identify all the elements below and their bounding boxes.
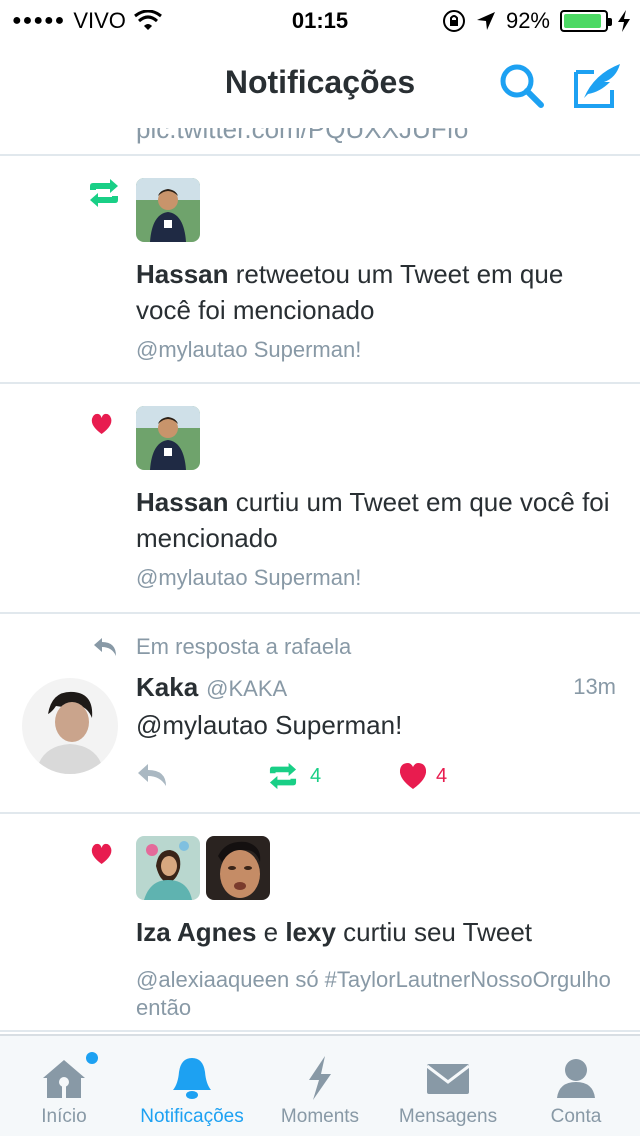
truncated-tweet-text: pic.twitter.com/PQUXXJUFfo — [136, 128, 469, 144]
reply-icon — [138, 764, 166, 786]
battery-icon — [560, 10, 612, 32]
location-icon — [476, 12, 495, 30]
retweet-button[interactable]: 4 — [264, 762, 321, 790]
reply-button[interactable] — [136, 762, 170, 788]
avatar[interactable] — [136, 178, 200, 242]
person-icon — [557, 1059, 595, 1098]
notification-item[interactable]: Hassan curtiu um Tweet em que você foi m… — [0, 384, 640, 612]
notification-item[interactable]: Hassan retweetou um Tweet em que você fo… — [0, 156, 640, 384]
user-name[interactable]: Iza Agnes — [136, 917, 256, 947]
avatar[interactable] — [136, 406, 200, 470]
reply-icon — [94, 638, 116, 656]
notification-tweet-preview: @mylautao Superman! — [136, 565, 362, 590]
notification-item[interactable]: Iza Agnes e lexy curtiu seu Tweet @alexi… — [0, 814, 640, 1034]
avatar[interactable] — [206, 836, 270, 900]
rotation-lock-icon — [442, 10, 465, 32]
notification-text: Iza Agnes e lexy curtiu seu Tweet — [136, 917, 533, 947]
retweet-icon — [90, 179, 118, 207]
tweet[interactable]: Em resposta a rafaela Kaka @KAKA 13m @myl… — [0, 614, 640, 814]
tab-messages[interactable]: Mensagens — [384, 1036, 512, 1136]
user-name[interactable]: Hassan — [136, 259, 229, 289]
heart-icon — [399, 763, 427, 789]
home-icon — [43, 1060, 85, 1098]
retweet-icon — [269, 762, 297, 790]
tab-bar: Início Notificações Moments Mensagens Co… — [0, 1034, 640, 1136]
heart-icon — [91, 843, 112, 864]
author-handle[interactable]: @KAKA — [206, 676, 287, 701]
unread-dot — [86, 1052, 98, 1064]
tab-label: Moments — [280, 1106, 360, 1127]
tab-label: Notificações — [140, 1106, 244, 1127]
status-bar: ●●●●● VIVO 01:15 92% — [0, 0, 640, 40]
retweet-count: 4 — [310, 764, 322, 787]
like-count: 4 — [436, 764, 448, 787]
lightning-icon — [309, 1056, 331, 1100]
tab-label: Mensagens — [398, 1106, 498, 1127]
reply-context[interactable]: Em resposta a rafaela — [136, 634, 351, 660]
bell-icon — [173, 1058, 211, 1099]
notification-text: Hassan retweetou um Tweet em que você fo… — [136, 259, 564, 325]
battery-percent: 92% — [505, 8, 550, 33]
nav-bar: Notificações — [0, 40, 640, 128]
user-name[interactable]: Hassan — [136, 487, 229, 517]
notifications-feed: pic.twitter.com/PQUXXJUFfo Hassan retwee… — [0, 128, 640, 1034]
author-name[interactable]: Kaka — [136, 672, 198, 702]
compose-icon[interactable] — [570, 58, 626, 114]
tweet-timestamp: 13m — [573, 674, 616, 699]
divider — [0, 1030, 640, 1032]
user-name[interactable]: lexy — [285, 917, 336, 947]
envelope-icon — [426, 1064, 470, 1094]
tab-label: Início — [41, 1106, 87, 1127]
like-button[interactable]: 4 — [398, 762, 447, 790]
avatar[interactable] — [22, 678, 118, 774]
charging-icon — [618, 10, 630, 32]
notification-tweet-preview: @alexiaaqueen só #TaylorLautnerNossoOrgu… — [136, 967, 611, 1020]
search-icon[interactable] — [496, 60, 548, 112]
tweet-actions: 4 4 — [136, 762, 596, 798]
tab-moments[interactable]: Moments — [256, 1036, 384, 1136]
tab-notifications[interactable]: Notificações — [128, 1036, 256, 1136]
tab-home[interactable]: Início — [0, 1036, 128, 1136]
tab-account[interactable]: Conta — [512, 1036, 640, 1136]
avatar[interactable] — [136, 836, 200, 900]
tab-label: Conta — [550, 1106, 602, 1127]
heart-icon — [91, 413, 112, 434]
notification-tweet-preview: @mylautao Superman! — [136, 337, 362, 362]
tweet-text: @mylautao Superman! — [136, 710, 403, 740]
notification-text: Hassan curtiu um Tweet em que você foi m… — [136, 487, 610, 553]
